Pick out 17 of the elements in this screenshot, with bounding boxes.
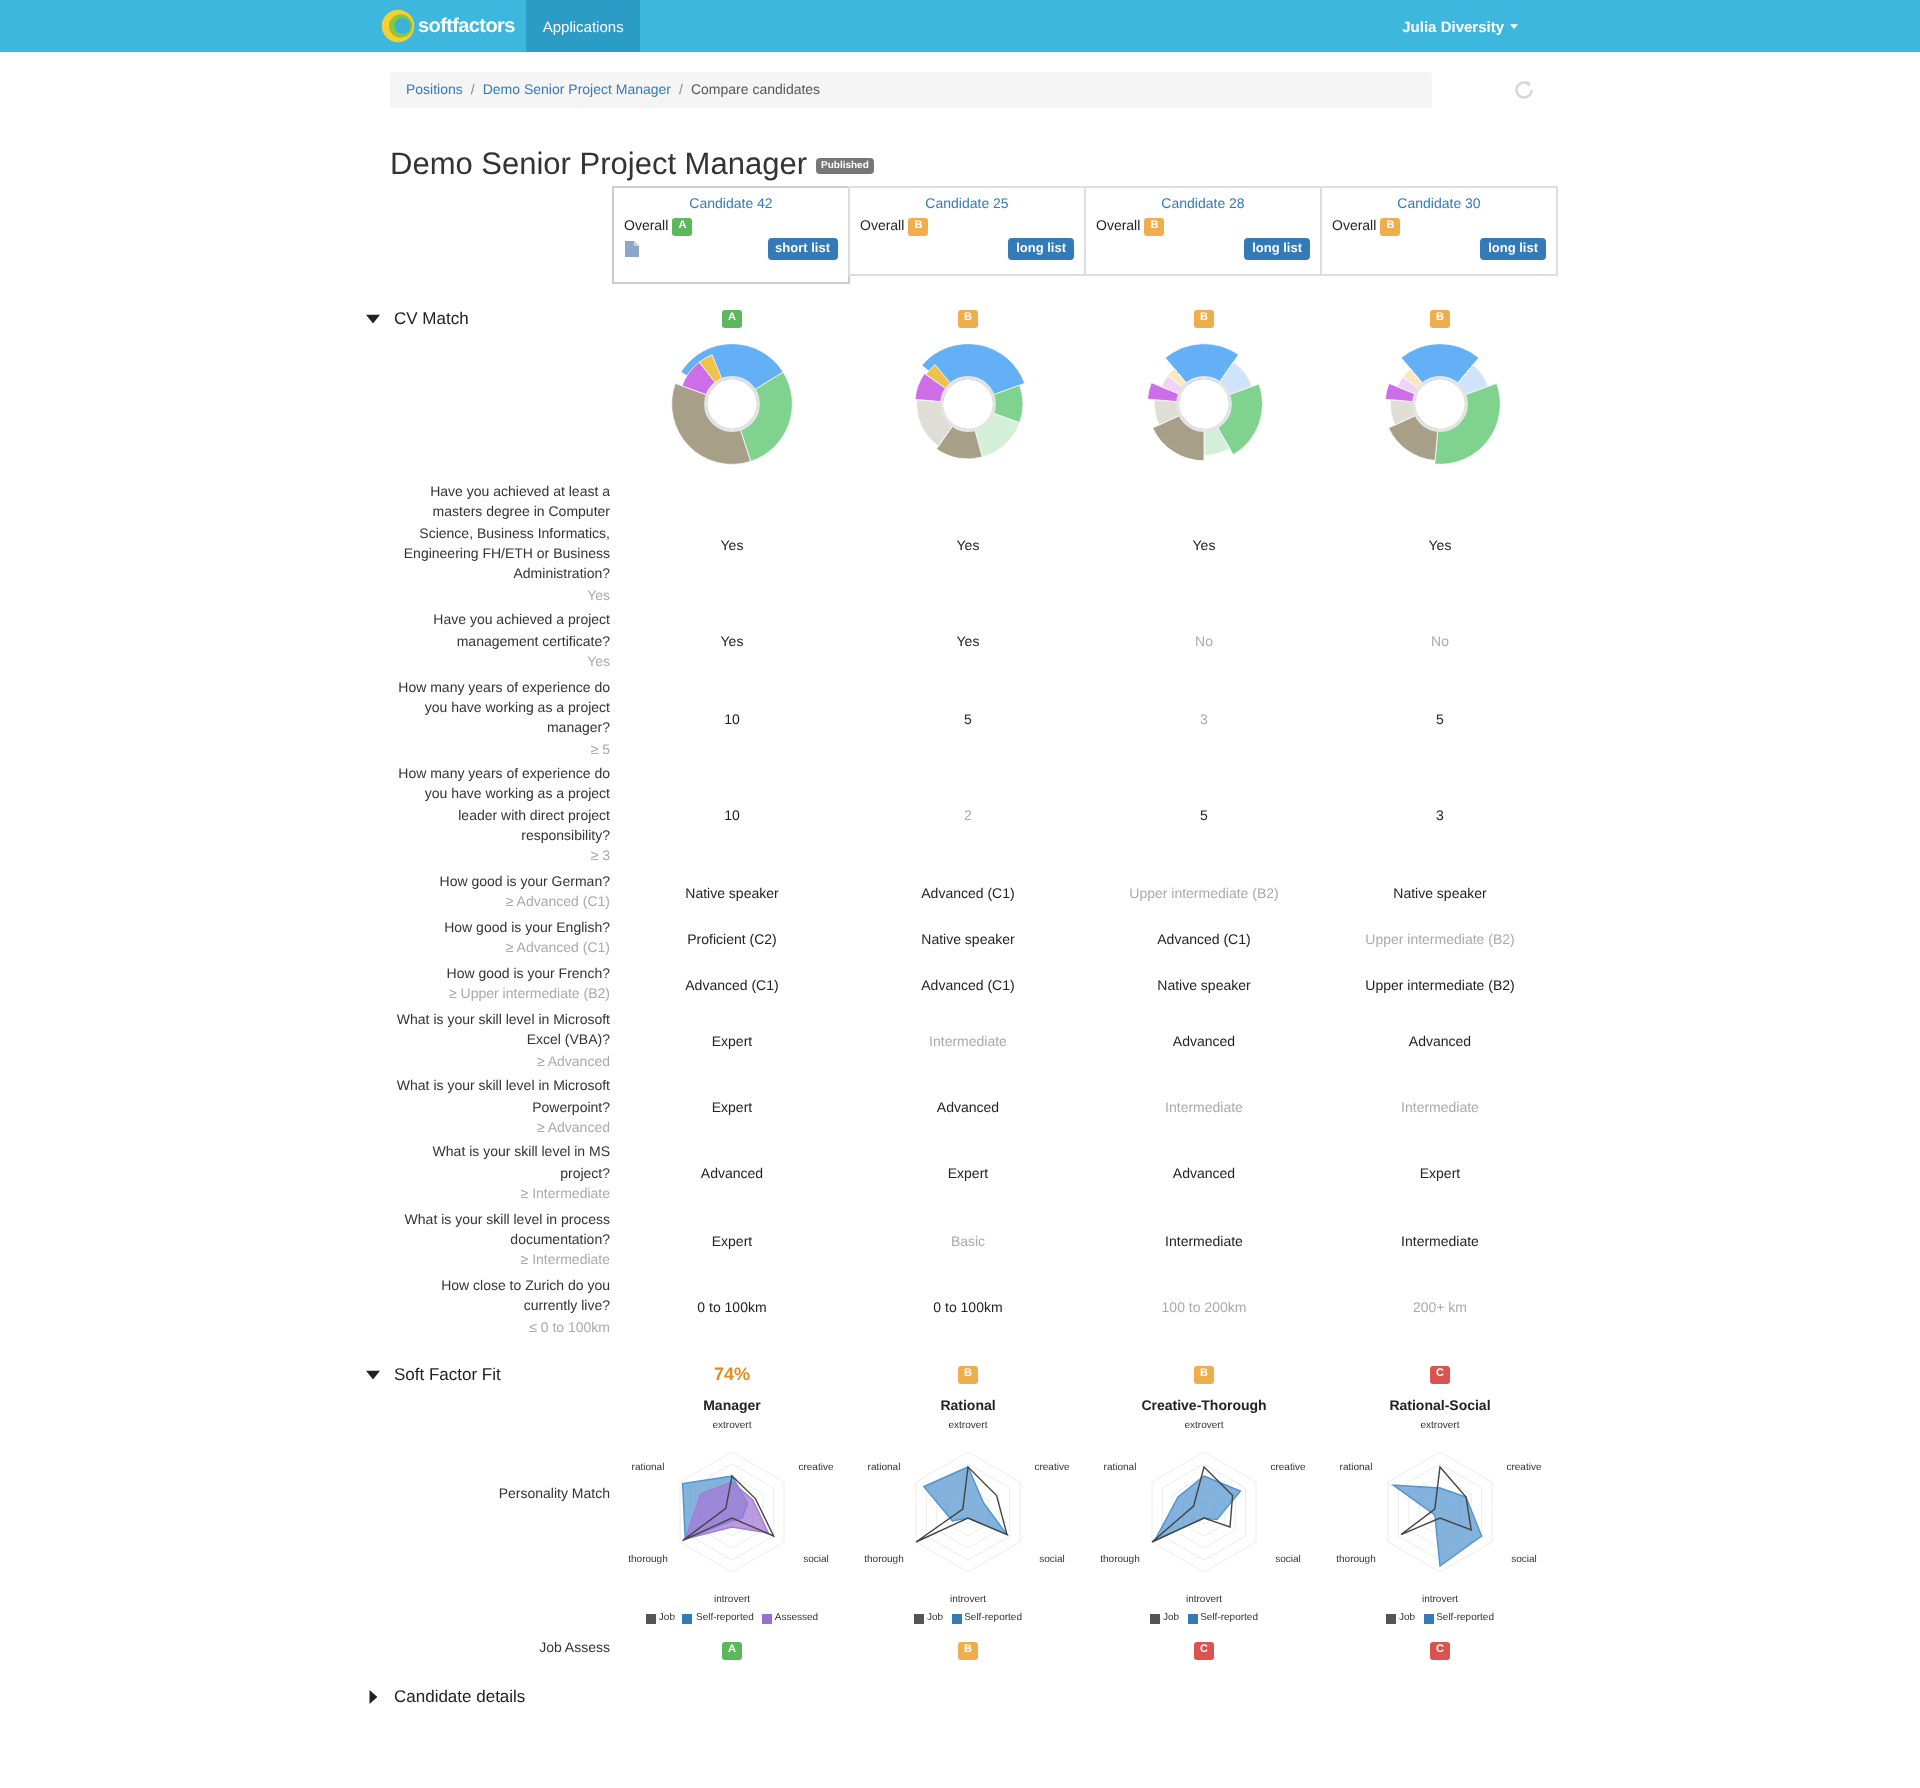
self-reported-area xyxy=(1390,1484,1483,1568)
fit-percentage: 74% xyxy=(713,1364,750,1385)
expand-caret-icon[interactable] xyxy=(366,1689,380,1704)
section-title[interactable]: CV Match xyxy=(394,308,469,328)
donut-chart xyxy=(1147,343,1263,462)
collapse-caret-icon[interactable] xyxy=(366,311,380,325)
collapse-caret-icon[interactable] xyxy=(366,1367,380,1382)
caret-icon xyxy=(1510,23,1518,29)
section-title[interactable]: Soft Factor Fit xyxy=(394,1364,501,1385)
donut-chart xyxy=(914,343,1026,460)
self-reported-area xyxy=(1153,1475,1242,1543)
donut-chart xyxy=(671,343,793,465)
section-title[interactable]: Candidate details xyxy=(394,1686,526,1707)
donut-chart xyxy=(1384,343,1501,465)
page-title: Demo Senior Project Manager xyxy=(390,147,807,183)
job-profile-line xyxy=(1400,1465,1473,1536)
job-profile-line xyxy=(1151,1465,1234,1543)
